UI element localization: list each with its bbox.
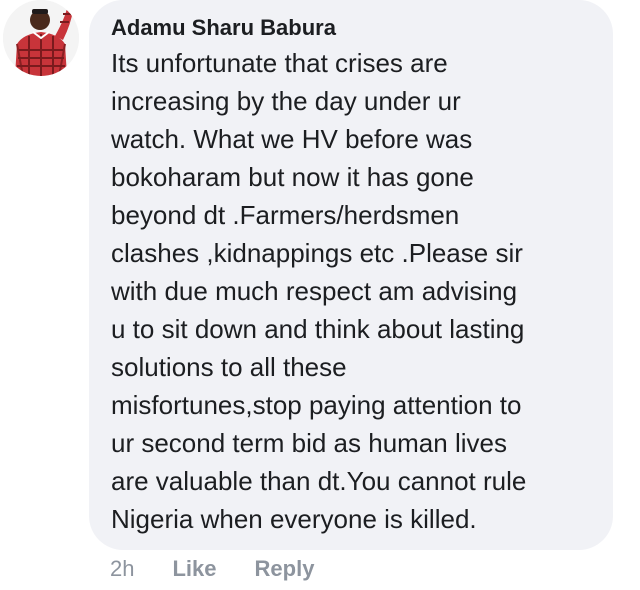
comment-bubble: Adamu Sharu Babura Its unfortunate that … xyxy=(89,0,613,550)
like-button[interactable]: Like xyxy=(172,556,216,582)
comment-actions: 2h Like Reply xyxy=(110,553,314,585)
comment-line: clashes ,kidnappings etc .Please sir xyxy=(111,238,523,268)
comment-line: watch. What we HV before was xyxy=(111,124,473,154)
comment-timestamp[interactable]: 2h xyxy=(110,556,134,582)
avatar-image xyxy=(3,0,79,76)
comment-line: are valuable than dt.You cannot rule xyxy=(111,466,527,496)
comment-text: Its unfortunate that crises are increasi… xyxy=(111,44,601,538)
comment-line: u to sit down and think about lasting xyxy=(111,314,525,344)
comment-line: ur second term bid as human lives xyxy=(111,428,507,458)
comment-line: beyond dt .Farmers/herdsmen xyxy=(111,200,460,230)
comment-line: increasing by the day under ur xyxy=(111,86,461,116)
comment-line: Its unfortunate that crises are xyxy=(111,48,448,78)
comment-line: with due much respect am advising xyxy=(111,276,518,306)
author-avatar[interactable] xyxy=(3,0,79,76)
comment-line: solutions to all these xyxy=(111,352,347,382)
comment-line: misfortunes,stop paying attention to xyxy=(111,390,522,420)
reply-button[interactable]: Reply xyxy=(255,556,315,582)
comment-line: bokoharam but now it has gone xyxy=(111,162,474,192)
comment-line: Nigeria when everyone is killed. xyxy=(111,504,477,534)
comment-author-name[interactable]: Adamu Sharu Babura xyxy=(111,14,601,42)
